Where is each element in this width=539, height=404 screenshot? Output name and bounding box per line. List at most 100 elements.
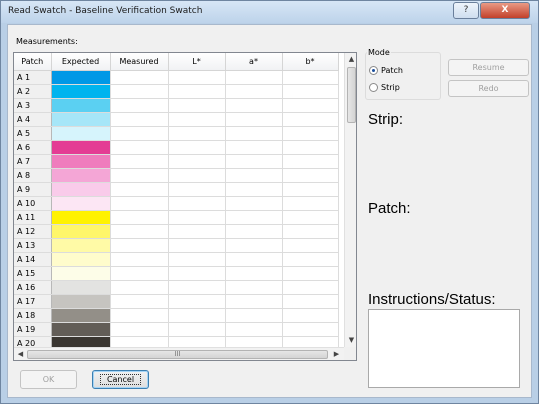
patch-cell: A 13 <box>14 238 52 253</box>
l-star-cell <box>168 294 226 309</box>
dialog-window: Read Swatch - Baseline Verification Swat… <box>0 0 539 404</box>
redo-button[interactable]: Redo <box>448 80 529 97</box>
table-row[interactable]: A 7 <box>14 154 339 169</box>
expected-color-swatch <box>51 294 111 309</box>
column-header[interactable]: b* <box>282 53 339 71</box>
patch-cell: A 16 <box>14 280 52 295</box>
a-star-cell <box>225 308 283 323</box>
a-star-cell <box>225 154 283 169</box>
b-star-cell <box>282 238 339 253</box>
table-row[interactable]: A 6 <box>14 140 339 155</box>
l-star-cell <box>168 112 226 127</box>
l-star-cell <box>168 98 226 113</box>
a-star-cell <box>225 196 283 211</box>
table-row[interactable]: A 11 <box>14 210 339 225</box>
a-star-cell <box>225 84 283 99</box>
table-row[interactable]: A 18 <box>14 308 339 323</box>
l-star-cell <box>168 84 226 99</box>
expected-color-swatch <box>51 168 111 183</box>
scroll-right-icon[interactable]: ▶ <box>330 348 343 360</box>
column-header[interactable]: L* <box>168 53 226 71</box>
table-row[interactable]: A 2 <box>14 84 339 99</box>
a-star-cell <box>225 70 283 85</box>
a-star-cell <box>225 182 283 197</box>
table-row[interactable]: A 15 <box>14 266 339 281</box>
b-star-cell <box>282 252 339 267</box>
table-row[interactable]: A 9 <box>14 182 339 197</box>
measured-cell <box>110 308 169 323</box>
table-row[interactable]: A 4 <box>14 112 339 127</box>
a-star-cell <box>225 322 283 337</box>
measured-cell <box>110 266 169 281</box>
scroll-down-icon[interactable]: ▼ <box>345 334 356 347</box>
b-star-cell <box>282 210 339 225</box>
horizontal-scrollbar[interactable]: ◀ III ▶ <box>14 347 344 360</box>
expected-color-swatch <box>51 308 111 323</box>
resume-button[interactable]: Resume <box>448 59 529 76</box>
column-header[interactable]: Measured <box>110 53 169 71</box>
patch-cell: A 15 <box>14 266 52 281</box>
measured-cell <box>110 196 169 211</box>
vertical-scroll-thumb[interactable] <box>347 67 356 123</box>
l-star-cell <box>168 196 226 211</box>
expected-color-swatch <box>51 154 111 169</box>
mode-group <box>365 52 441 100</box>
scroll-up-icon[interactable]: ▲ <box>345 53 356 66</box>
l-star-cell <box>168 210 226 225</box>
expected-color-swatch <box>51 112 111 127</box>
patch-cell: A 2 <box>14 84 52 99</box>
column-header[interactable]: Patch <box>14 53 52 71</box>
measurements-label: Measurements: <box>16 37 78 46</box>
help-button[interactable]: ? <box>453 2 479 19</box>
scroll-left-icon[interactable]: ◀ <box>14 348 27 360</box>
patch-cell: A 12 <box>14 224 52 239</box>
measured-cell <box>110 154 169 169</box>
table-row[interactable]: A 14 <box>14 252 339 267</box>
ok-button[interactable]: OK <box>20 370 77 389</box>
table-row[interactable]: A 17 <box>14 294 339 309</box>
table-row[interactable]: A 16 <box>14 280 339 295</box>
b-star-cell <box>282 322 339 337</box>
vertical-scrollbar[interactable]: ▲ ▼ <box>344 53 356 347</box>
window-title: Read Swatch - Baseline Verification Swat… <box>8 6 203 16</box>
a-star-cell <box>225 252 283 267</box>
a-star-cell <box>225 238 283 253</box>
b-star-cell <box>282 182 339 197</box>
expected-color-swatch <box>51 266 111 281</box>
mode-strip-radio[interactable]: Strip <box>369 83 400 92</box>
horizontal-scroll-thumb[interactable]: III <box>27 350 328 359</box>
table-row[interactable]: A 19 <box>14 322 339 337</box>
patch-cell: A 14 <box>14 252 52 267</box>
table-row[interactable]: A 8 <box>14 168 339 183</box>
a-star-cell <box>225 112 283 127</box>
table-row[interactable]: A 5 <box>14 126 339 141</box>
measured-cell <box>110 126 169 141</box>
measurements-grid[interactable]: Patch Expected Measured L* a* b* A 1A 2A 3A 4… <box>13 52 357 361</box>
table-row[interactable]: A 10 <box>14 196 339 211</box>
table-row[interactable]: A 12 <box>14 224 339 239</box>
column-header[interactable]: Expected <box>51 53 111 71</box>
close-button[interactable]: X <box>480 2 530 19</box>
b-star-cell <box>282 126 339 141</box>
patch-cell: A 19 <box>14 322 52 337</box>
b-star-cell <box>282 280 339 295</box>
patch-cell: A 6 <box>14 140 52 155</box>
scrollbar-corner <box>344 347 356 360</box>
measured-cell <box>110 70 169 85</box>
radio-unselected-icon <box>369 83 378 92</box>
l-star-cell <box>168 280 226 295</box>
a-star-cell <box>225 210 283 225</box>
measured-cell <box>110 238 169 253</box>
l-star-cell <box>168 266 226 281</box>
title-bar[interactable]: Read Swatch - Baseline Verification Swat… <box>1 1 538 23</box>
measurements-table: Patch Expected Measured L* a* b* A 1A 2A 3A 4… <box>14 53 339 351</box>
table-row[interactable]: A 13 <box>14 238 339 253</box>
column-header[interactable]: a* <box>225 53 283 71</box>
mode-patch-radio[interactable]: Patch <box>369 66 403 75</box>
measured-cell <box>110 182 169 197</box>
cancel-button[interactable]: Cancel <box>92 370 149 389</box>
measured-cell <box>110 112 169 127</box>
dialog-client-area: Measurements: Patch Expected Measured L* a* b… <box>7 24 532 398</box>
table-row[interactable]: A 1 <box>14 70 339 85</box>
table-row[interactable]: A 3 <box>14 98 339 113</box>
